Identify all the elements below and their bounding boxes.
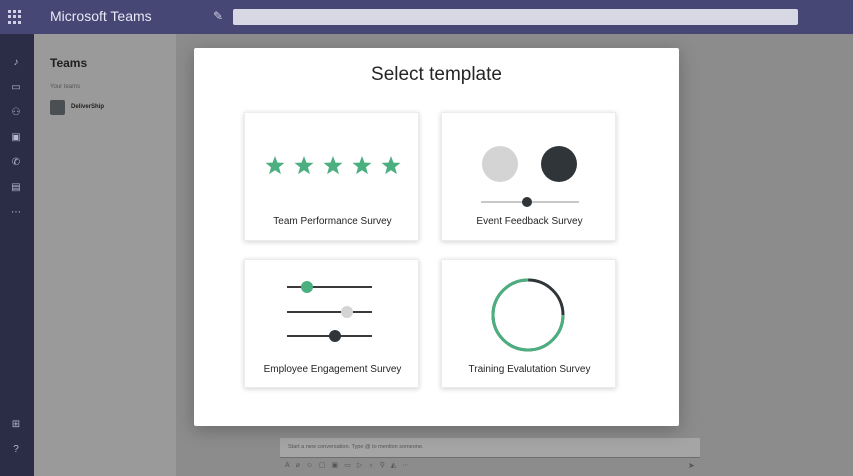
compose-message-input[interactable]: Start a new conversation. Type @ to ment… — [280, 438, 700, 458]
template-card-training-evaluation[interactable]: Training Evalutation Survey — [441, 259, 616, 388]
chat-icon[interactable]: ▭ — [10, 83, 22, 93]
app-title: Microsoft Teams — [50, 8, 152, 24]
emoji-icon[interactable]: ☺ — [306, 461, 313, 471]
app-launcher-icon[interactable] — [8, 10, 22, 24]
template-label: Training Evalutation Survey — [468, 364, 591, 375]
star-icon — [265, 156, 285, 175]
template-card-employee-engagement[interactable]: Employee Engagement Survey — [244, 259, 419, 388]
gif-icon[interactable]: ▢ — [319, 461, 326, 471]
dialog-title: Select template — [371, 64, 502, 85]
search-input[interactable] — [233, 9, 798, 25]
help-icon[interactable]: ? — [10, 445, 22, 455]
your-teams-label: Your teams — [50, 84, 81, 90]
send-icon[interactable]: ➤ — [688, 461, 695, 470]
compose-placeholder: Start a new conversation. Type @ to ment… — [288, 444, 424, 450]
attach-icon[interactable]: ⌀ — [296, 461, 300, 471]
calls-icon[interactable]: ✆ — [10, 158, 22, 168]
stream-icon[interactable]: ▷ — [357, 461, 362, 471]
template-label: Employee Engagement Survey — [263, 364, 402, 375]
star-icon — [294, 156, 314, 175]
template-card-team-performance[interactable]: Team Performance Survey — [244, 112, 419, 241]
sticker-icon[interactable]: ▣ — [332, 461, 339, 471]
teams-icon[interactable]: ⚇ — [10, 108, 22, 118]
teams-panel: Teams Your teams DeliverShip — [34, 34, 176, 476]
star-icon — [352, 156, 372, 175]
compose-toolbar: A ⌀ ☺ ▢ ▣ ▭ ▷ ♁ ⚲ ◭ ⋯ — [285, 461, 409, 471]
select-template-dialog: Select template Team Performance Survey … — [194, 48, 679, 426]
calendar-icon[interactable]: ▣ — [10, 133, 22, 143]
compose-icon[interactable]: ✎ — [213, 9, 227, 23]
files-icon[interactable]: ▤ — [10, 183, 22, 193]
template-card-event-feedback[interactable]: Event Feedback Survey — [441, 112, 616, 241]
apps-icon[interactable]: ⊞ — [10, 420, 22, 430]
template-label: Team Performance Survey — [273, 216, 392, 227]
app-icon[interactable]: ◭ — [391, 461, 396, 471]
bell-icon[interactable]: ♪ — [10, 58, 22, 68]
praise-icon[interactable]: ♁ — [368, 461, 373, 471]
teams-panel-title: Teams — [50, 56, 88, 70]
left-rail: ♪ ▭ ⚇ ▣ ✆ ▤ ⋯ ⊞ ? — [0, 34, 34, 476]
more-options-icon[interactable]: ⋯ — [402, 461, 409, 471]
more-icon[interactable]: ⋯ — [10, 208, 22, 218]
star-icon — [323, 156, 343, 175]
team-item-delivership[interactable]: DeliverShip — [50, 100, 170, 116]
meet-icon[interactable]: ▭ — [344, 461, 351, 471]
location-icon[interactable]: ⚲ — [380, 461, 385, 471]
top-bar: Microsoft Teams ✎ — [0, 0, 853, 34]
star-icon — [381, 156, 401, 175]
team-avatar — [50, 100, 65, 115]
template-label: Event Feedback Survey — [476, 216, 583, 227]
team-name: DeliverShip — [71, 104, 105, 110]
format-icon[interactable]: A — [285, 461, 290, 471]
